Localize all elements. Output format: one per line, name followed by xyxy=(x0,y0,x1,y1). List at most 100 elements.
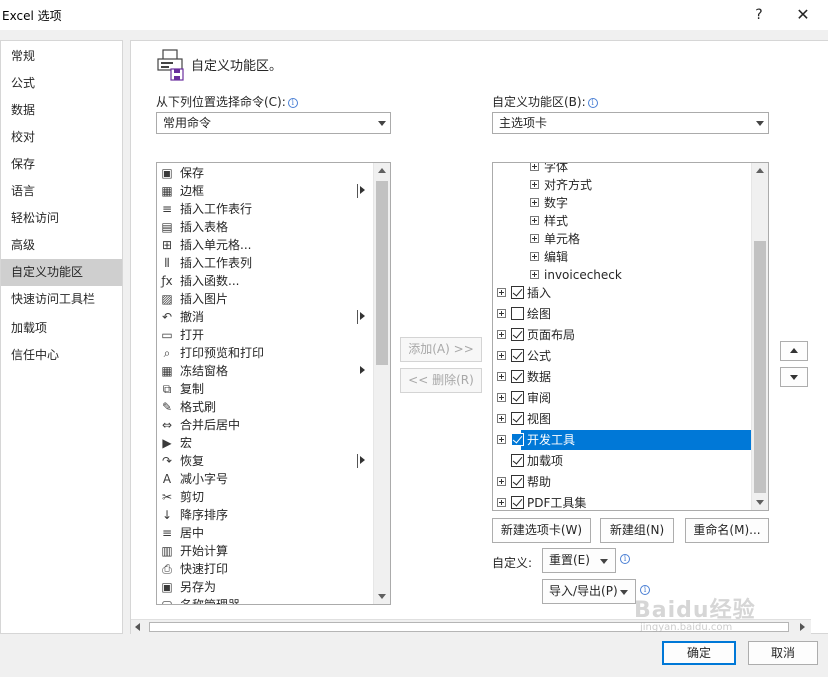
command-item[interactable]: ✂ 剪切 xyxy=(157,488,367,506)
tree-group-item[interactable]: invoicecheck xyxy=(493,265,753,285)
command-item[interactable]: ⧉ 复制 xyxy=(157,380,367,398)
tree-tab-item[interactable]: 公式 xyxy=(493,346,753,366)
tab-checkbox[interactable] xyxy=(511,412,524,425)
expand-icon[interactable] xyxy=(497,309,506,318)
command-item[interactable]: ƒx 插入函数... xyxy=(157,272,367,290)
commands-list[interactable]: ▢ 名称管理器 ▣ 另存为 ⎙ 快速打印 ▥ 开始计算 ≡ 居中 ↓ 降序排序 ✂ 剪切 A 减小字号 ↷ 恢复 ▶… xyxy=(156,162,391,605)
tree-tab-item[interactable]: 帮助 xyxy=(493,472,753,492)
scroll-up-icon[interactable] xyxy=(752,163,768,179)
info-icon[interactable]: i xyxy=(587,98,598,108)
sidebar-item-customize-ribbon[interactable]: 自定义功能区 xyxy=(1,259,122,286)
scroll-thumb[interactable] xyxy=(754,241,766,493)
new-tab-button[interactable]: 新建选项卡(W) xyxy=(492,518,591,543)
remove-button[interactable]: << 删除(R) xyxy=(400,368,482,393)
expand-icon[interactable] xyxy=(530,234,539,243)
tree-tab-item[interactable]: 数据 xyxy=(493,367,753,387)
expand-icon[interactable] xyxy=(497,477,506,486)
tab-checkbox[interactable] xyxy=(511,328,524,341)
expand-icon[interactable] xyxy=(530,180,539,189)
tree-tab-item[interactable]: 绘图 xyxy=(493,304,753,324)
choose-commands-combo[interactable]: 常用命令 xyxy=(156,112,391,134)
command-item[interactable]: ▦ 冻结窗格 xyxy=(157,362,367,380)
command-item[interactable]: ▶ 宏 xyxy=(157,434,367,452)
expand-icon[interactable] xyxy=(497,372,506,381)
commands-scrollbar[interactable] xyxy=(373,163,390,604)
expand-icon[interactable] xyxy=(530,163,539,171)
command-item[interactable]: ⊞ 插入单元格... xyxy=(157,236,367,254)
cancel-button[interactable]: 取消 xyxy=(748,641,818,665)
tab-checkbox[interactable] xyxy=(511,370,524,383)
tab-checkbox[interactable] xyxy=(511,475,524,488)
expand-icon[interactable] xyxy=(497,330,506,339)
sidebar-item-add-ins[interactable]: 加载项 xyxy=(1,315,122,342)
scroll-down-icon[interactable] xyxy=(752,494,768,510)
command-item[interactable]: ▤ 插入表格 xyxy=(157,218,367,236)
expand-icon[interactable] xyxy=(497,393,506,402)
move-down-button[interactable] xyxy=(780,367,808,387)
expand-icon[interactable] xyxy=(497,288,506,297)
command-item[interactable]: ≡ 插入工作表行 xyxy=(157,200,367,218)
command-item[interactable]: ↷ 恢复 xyxy=(157,452,367,470)
sidebar-item-quick-access-toolbar[interactable]: 快速访问工具栏 xyxy=(1,286,122,313)
sidebar-item-trust-center[interactable]: 信任中心 xyxy=(1,342,122,369)
sidebar-item-data[interactable]: 数据 xyxy=(1,97,122,124)
sidebar-item-proofing[interactable]: 校对 xyxy=(1,124,122,151)
tab-checkbox[interactable] xyxy=(511,454,524,467)
command-item[interactable]: ↓ 降序排序 xyxy=(157,506,367,524)
ribbon-tree[interactable]: PDF工具集 帮助 加载项 开发工具 视图 审阅 数据 公式 页面布局 绘图 插入 invoicech… xyxy=(492,162,769,511)
command-item[interactable]: ≡ 居中 xyxy=(157,524,367,542)
ok-button[interactable]: 确定 xyxy=(662,641,736,665)
tree-group-item[interactable]: 编辑 xyxy=(493,247,753,267)
expand-icon[interactable] xyxy=(497,498,506,507)
ribbon-tabs-combo[interactable]: 主选项卡 xyxy=(492,112,769,134)
expand-icon[interactable] xyxy=(497,435,506,444)
command-item[interactable]: ▦ 边框 xyxy=(157,182,367,200)
tree-tab-item[interactable]: 视图 xyxy=(493,409,753,429)
sidebar-item-language[interactable]: 语言 xyxy=(1,178,122,205)
import-export-dropdown[interactable]: 导入/导出(P) xyxy=(542,579,636,604)
command-item[interactable]: A 减小字号 xyxy=(157,470,367,488)
command-item[interactable]: ▣ 保存 xyxy=(157,164,367,182)
rename-button[interactable]: 重命名(M)... xyxy=(685,518,769,543)
scroll-thumb[interactable] xyxy=(376,181,388,365)
tab-checkbox[interactable] xyxy=(511,433,524,446)
scroll-up-icon[interactable] xyxy=(374,163,390,179)
sidebar-item-accessibility[interactable]: 轻松访问 xyxy=(1,205,122,232)
sidebar-item-formulas[interactable]: 公式 xyxy=(1,70,122,97)
sidebar-item-advanced[interactable]: 高级 xyxy=(1,232,122,259)
tree-tab-item[interactable]: 开发工具 xyxy=(493,430,753,450)
expand-icon[interactable] xyxy=(530,216,539,225)
tab-checkbox[interactable] xyxy=(511,286,524,299)
sidebar-item-save[interactable]: 保存 xyxy=(1,151,122,178)
command-item[interactable]: ⎙ 快速打印 xyxy=(157,560,367,578)
command-item[interactable]: ✎ 格式刷 xyxy=(157,398,367,416)
tree-tab-item[interactable]: 审阅 xyxy=(493,388,753,408)
tree-tab-item[interactable]: 页面布局 xyxy=(493,325,753,345)
info-icon[interactable]: i xyxy=(620,554,630,564)
command-item[interactable]: ↶ 撤消 xyxy=(157,308,367,326)
close-button[interactable]: ✕ xyxy=(786,3,820,27)
help-button[interactable]: ? xyxy=(742,3,776,27)
expand-icon[interactable] xyxy=(497,351,506,360)
command-item[interactable]: ▨ 插入图片 xyxy=(157,290,367,308)
expand-icon[interactable] xyxy=(530,252,539,261)
scroll-right-icon[interactable] xyxy=(800,623,805,631)
command-item[interactable]: ▥ 开始计算 xyxy=(157,542,367,560)
command-item[interactable]: ▣ 另存为 xyxy=(157,578,367,596)
add-button[interactable]: 添加(A) >> xyxy=(400,337,482,362)
tree-group-item[interactable]: 对齐方式 xyxy=(493,175,753,195)
command-item[interactable]: ▭ 打开 xyxy=(157,326,367,344)
reset-dropdown[interactable]: 重置(E) xyxy=(542,548,616,573)
tree-group-item[interactable]: 单元格 xyxy=(493,229,753,249)
tree-scrollbar[interactable] xyxy=(751,163,768,510)
tree-group-item[interactable]: 数字 xyxy=(493,193,753,213)
tree-group-item[interactable]: 样式 xyxy=(493,211,753,231)
expand-icon[interactable] xyxy=(530,270,539,279)
command-item[interactable]: ⫴ 插入工作表列 xyxy=(157,254,367,272)
tree-group-item[interactable]: 字体 xyxy=(493,163,753,177)
move-up-button[interactable] xyxy=(780,341,808,361)
sidebar-item-general[interactable]: 常规 xyxy=(1,43,122,70)
tab-checkbox[interactable] xyxy=(511,391,524,404)
scroll-left-icon[interactable] xyxy=(135,623,140,631)
command-item[interactable]: ▢ 名称管理器 xyxy=(157,596,367,604)
